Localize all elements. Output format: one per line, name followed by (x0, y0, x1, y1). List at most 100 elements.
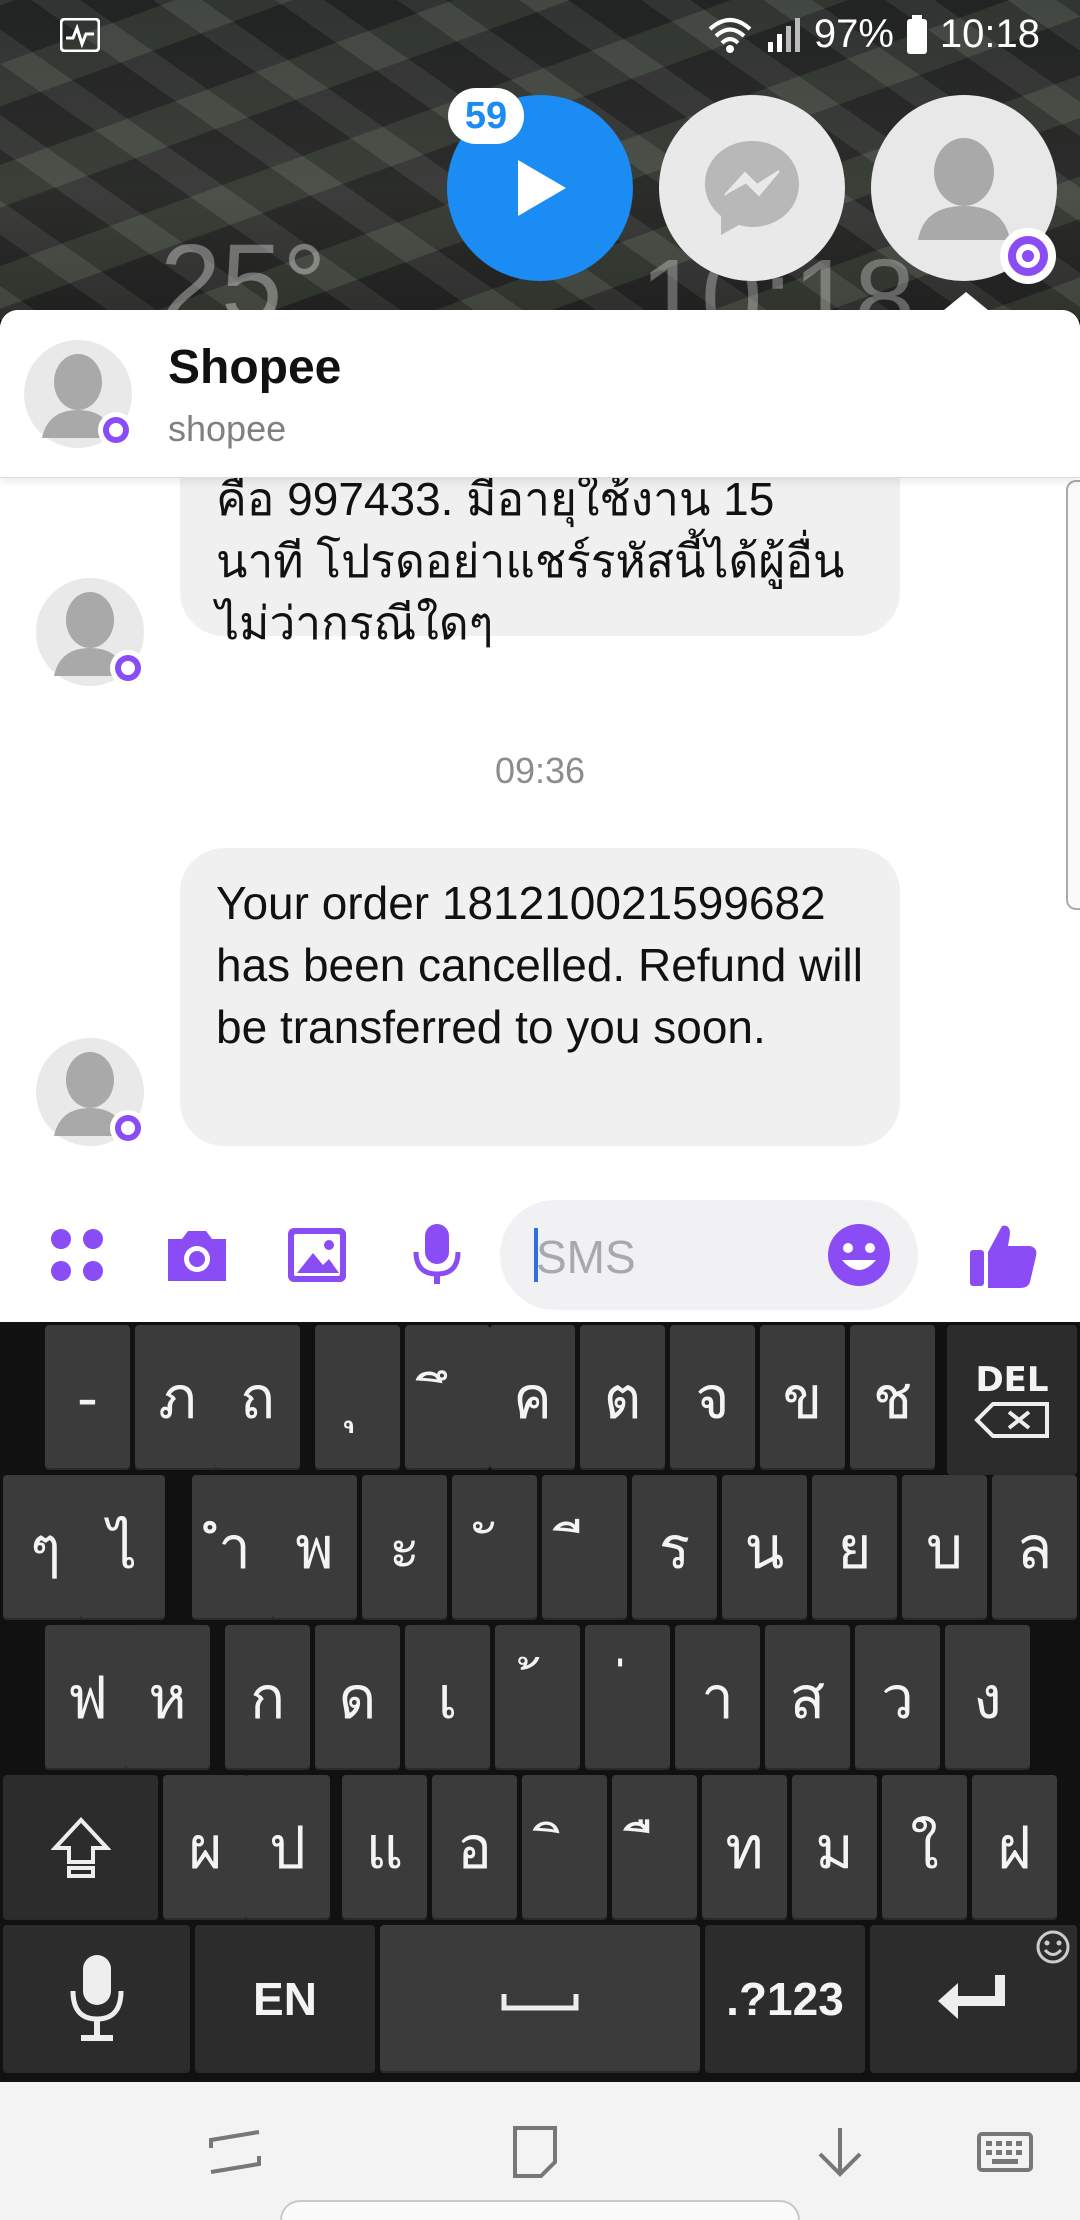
voice-button[interactable] (402, 1220, 472, 1290)
battery-icon (906, 14, 927, 54)
voice-input-key[interactable] (3, 1925, 190, 2073)
battery-percent: 97% (813, 12, 894, 56)
key-row1-9[interactable]: ช (850, 1325, 935, 1470)
key-row4-8[interactable]: ใ (882, 1775, 967, 1920)
enter-icon (937, 1975, 1005, 2019)
conversation-title: Shopee (168, 341, 342, 394)
key-row4-9[interactable]: ฝ (972, 1775, 1057, 1920)
key-row4-2[interactable]: แ (342, 1775, 427, 1920)
key-row2-9[interactable]: ย (812, 1475, 897, 1620)
chathead-pointer (944, 292, 988, 310)
composer-bar: SMS (0, 1170, 1080, 1322)
key-row1-2[interactable]: ถ (215, 1325, 300, 1470)
key-row1-5[interactable]: ค (490, 1325, 575, 1470)
space-key[interactable] (380, 1925, 700, 2073)
key-row1-8[interactable]: ข (760, 1325, 845, 1470)
key-row2-6[interactable]: ี (542, 1475, 627, 1620)
smiley-icon (1036, 1930, 1070, 1964)
key-row1-1[interactable]: ภ (135, 1325, 220, 1470)
backspace-icon (974, 1402, 1049, 1438)
status-bar: 97% 10:18 (0, 0, 1080, 72)
key-row2-1[interactable]: ไ (80, 1475, 165, 1620)
key-row4-0[interactable]: ผ (163, 1775, 248, 1920)
key-row3-0[interactable]: ฟ (45, 1625, 130, 1770)
key-row2-5[interactable]: ั (452, 1475, 537, 1620)
key-row3-6[interactable]: ่ (585, 1625, 670, 1770)
enter-key[interactable] (870, 1925, 1077, 2073)
message-input[interactable]: SMS (500, 1200, 918, 1310)
key-row4-3[interactable]: อ (432, 1775, 517, 1920)
hide-keyboard-icon[interactable] (810, 2122, 870, 2182)
key-row4-6[interactable]: ท (702, 1775, 787, 1920)
key-row3-3[interactable]: ด (315, 1625, 400, 1770)
messenger-icon (705, 141, 799, 235)
signal-icon (767, 17, 800, 52)
more-apps-button[interactable] (42, 1220, 112, 1290)
key-row2-10[interactable]: บ (902, 1475, 987, 1620)
message-bubble[interactable]: Your order 181210021599682 has been canc… (180, 848, 900, 1146)
key-row4-4[interactable]: ิ (522, 1775, 607, 1920)
camera-button[interactable] (162, 1220, 232, 1290)
unread-badge: 59 (448, 88, 524, 144)
key-row3-8[interactable]: ส (765, 1625, 850, 1770)
presence-dot (110, 650, 146, 686)
key-row3-7[interactable]: า (675, 1625, 760, 1770)
microphone-icon (413, 1224, 461, 1284)
key-row2-2[interactable]: ำ (192, 1475, 277, 1620)
conversation-header[interactable]: Shopee shopee (0, 310, 1080, 478)
delete-key-label: DEL (975, 1360, 1049, 1400)
key-row2-0[interactable]: ๆ (3, 1475, 88, 1620)
delete-key[interactable]: DEL (947, 1325, 1077, 1475)
like-button[interactable] (964, 1220, 1044, 1290)
key-row4-7[interactable]: ม (792, 1775, 877, 1920)
shift-icon (50, 1816, 111, 1878)
microphone-icon (70, 1955, 123, 2041)
key-row1-6[interactable]: ต (580, 1325, 665, 1470)
keyboard-switch-icon[interactable] (975, 2122, 1035, 2182)
key-row1-4[interactable]: ึ (405, 1325, 490, 1470)
conversation-subtitle: shopee (168, 408, 287, 449)
key-row2-11[interactable]: ล (992, 1475, 1077, 1620)
key-row2-4[interactable]: ะ (362, 1475, 447, 1620)
apps-icon (51, 1229, 103, 1281)
key-row4-5[interactable]: ื (612, 1775, 697, 1920)
key-row3-2[interactable]: ก (225, 1625, 310, 1770)
message-list[interactable]: คือ 997433. มีอายุใช้งาน 15 นาที โปรดอย่… (0, 478, 1080, 1170)
key-row1-7[interactable]: จ (670, 1325, 755, 1470)
system-nav-bar (0, 2082, 1080, 2220)
key-row3-5[interactable]: ้ (495, 1625, 580, 1770)
key-row1-0[interactable]: - (45, 1325, 130, 1470)
key-row2-3[interactable]: พ (272, 1475, 357, 1620)
key-row3-1[interactable]: ห (125, 1625, 210, 1770)
side-handle[interactable] (1066, 480, 1080, 910)
drawer-handle[interactable] (280, 2200, 800, 2220)
messenger-chathead[interactable] (659, 95, 845, 281)
play-icon (518, 160, 566, 216)
image-icon (288, 1228, 346, 1282)
key-row3-4[interactable]: เ (405, 1625, 490, 1770)
message-placeholder: SMS (536, 1231, 636, 1283)
home-icon[interactable] (505, 2122, 565, 2182)
gallery-button[interactable] (282, 1220, 352, 1290)
key-row2-7[interactable]: ร (632, 1475, 717, 1620)
recent-apps-icon[interactable] (205, 2122, 265, 2182)
chat-panel: Shopee shopee คือ 997433. มีอายุใช้งาน 1… (0, 310, 1080, 1322)
space-icon (501, 1994, 579, 2011)
symbols-key[interactable]: .?123 (705, 1925, 865, 2073)
avatar[interactable] (24, 340, 134, 448)
presence-dot (98, 412, 134, 448)
emoji-icon[interactable] (826, 1222, 892, 1288)
camera-icon (168, 1231, 226, 1281)
key-row3-9[interactable]: ว (855, 1625, 940, 1770)
language-key[interactable]: EN (195, 1925, 375, 2073)
message-timestamp: 09:36 (494, 750, 586, 791)
active-status-dot (1000, 228, 1056, 284)
key-row3-10[interactable]: ง (945, 1625, 1030, 1770)
key-row2-8[interactable]: น (722, 1475, 807, 1620)
key-row1-3[interactable]: ุ (315, 1325, 400, 1470)
sender-avatar (36, 1038, 146, 1146)
message-bubble[interactable]: คือ 997433. มีอายุใช้งาน 15 นาที โปรดอย่… (180, 478, 900, 649)
key-row4-1[interactable]: ป (245, 1775, 330, 1920)
wifi-icon (708, 17, 752, 53)
shift-key[interactable] (3, 1775, 158, 1920)
